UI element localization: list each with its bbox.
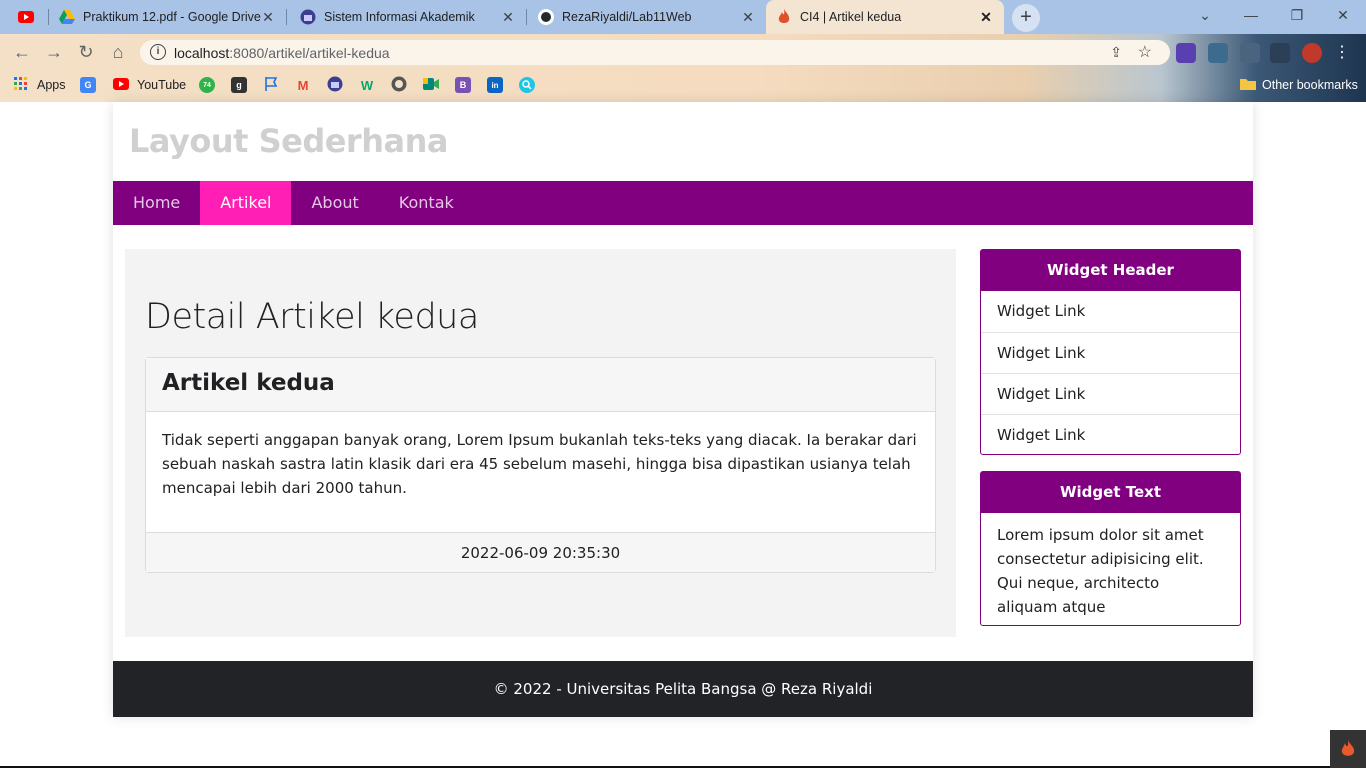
article-body: Tidak seperti anggapan banyak orang, Lor… (162, 431, 917, 497)
goodreads-icon: g (231, 77, 247, 93)
bookmark-translate[interactable]: G (80, 76, 96, 94)
other-bookmarks[interactable]: Other bookmarks (1240, 76, 1358, 94)
minimize-button[interactable]: — (1228, 0, 1274, 30)
new-tab-button[interactable]: + (1012, 4, 1040, 32)
site-info-icon[interactable]: i (150, 44, 166, 60)
youtube-icon (18, 9, 34, 25)
close-icon[interactable]: ✕ (260, 9, 276, 25)
folder-icon (1240, 77, 1256, 93)
sidepanel-icon[interactable] (1270, 43, 1290, 63)
extension-icon[interactable] (1208, 43, 1228, 63)
article-timestamp: 2022-06-09 20:35:30 (146, 532, 935, 572)
nav-about[interactable]: About (291, 181, 378, 225)
close-icon[interactable]: ✕ (978, 9, 994, 25)
tab-title: Praktikum 12.pdf - Google Drive (83, 10, 261, 24)
codeigniter-icon (776, 9, 792, 25)
bookmark-bootstrap[interactable]: B (455, 76, 471, 94)
github-icon (391, 76, 407, 95)
linkedin-icon: in (487, 77, 503, 93)
extension-icon[interactable] (1176, 43, 1196, 63)
share-icon[interactable]: ⇪ (1110, 44, 1122, 61)
page-title: Detail Artikel kedua (145, 297, 479, 337)
widget-text-body: Lorem ipsum dolor sit amet consectetur a… (997, 526, 1204, 616)
gmail-icon: M (297, 77, 309, 93)
bookmark-w3schools[interactable]: W (359, 76, 375, 94)
reload-button[interactable]: ↻ (72, 38, 100, 66)
google-meet-icon (423, 77, 439, 94)
bookmark-gmail[interactable]: M (295, 76, 311, 94)
tab-github[interactable]: RezaRiyaldi/Lab11Web ✕ (526, 0, 766, 34)
bookmark-linkedin[interactable]: in (487, 76, 503, 94)
search-icon (519, 77, 535, 93)
bootstrap-icon: B (455, 77, 471, 93)
widget-link[interactable]: Widget Link (981, 332, 1240, 373)
bookmarks-bar: Apps G YouTube 74 g M W B in Other bookm… (0, 70, 1366, 98)
tab-ci4-artikel[interactable]: CI4 | Artikel kedua ✕ (766, 0, 1004, 34)
main-content: Detail Artikel kedua Artikel kedua Tidak… (125, 249, 956, 637)
bookmark-youtube[interactable]: YouTube (113, 76, 186, 94)
google-drive-icon (59, 9, 75, 25)
extensions-puzzle-icon[interactable] (1240, 43, 1260, 63)
bookmark-github[interactable] (391, 76, 407, 94)
tab-google-drive[interactable]: Praktikum 12.pdf - Google Drive ✕ (48, 0, 286, 34)
tab-title: Sistem Informasi Akademik (324, 10, 475, 24)
youtube-icon (113, 77, 129, 93)
tab-title: RezaRiyaldi/Lab11Web (562, 10, 692, 24)
window-close-button[interactable]: ✕ (1320, 0, 1366, 30)
bookmark-university[interactable] (327, 76, 343, 94)
tab-title: CI4 | Artikel kedua (800, 10, 902, 24)
bookmark-meet[interactable] (423, 76, 439, 94)
bookmark-label: Apps (37, 78, 66, 92)
profile-avatar[interactable] (1302, 43, 1322, 63)
nav-artikel[interactable]: Artikel (200, 181, 292, 225)
site-nav: Home Artikel About Kontak (113, 181, 1253, 225)
home-button[interactable]: ⌂ (104, 38, 132, 66)
tab-search-button[interactable]: ⌄ (1182, 0, 1228, 30)
browser-chrome: Praktikum 12.pdf - Google Drive ✕ Sistem… (0, 0, 1366, 102)
close-icon[interactable]: ✕ (740, 9, 756, 25)
university-icon (300, 9, 316, 25)
apps-grid-icon (14, 76, 28, 94)
menu-kebab-icon[interactable]: ⋮ (1334, 43, 1350, 63)
close-icon[interactable]: ✕ (500, 9, 516, 25)
widget-links: Widget Header Widget Link Widget Link Wi… (980, 249, 1241, 455)
page-viewport: Layout Sederhana Home Artikel About Kont… (0, 102, 1366, 768)
site-title: Layout Sederhana (129, 122, 448, 160)
w3schools-icon: W (360, 77, 374, 93)
restore-button[interactable]: ❐ (1274, 0, 1320, 30)
google-translate-icon: G (80, 77, 96, 93)
widget-link[interactable]: Widget Link (981, 373, 1240, 414)
address-bar[interactable]: i localhost:8080/artikel/artikel-kedua ⇪… (140, 40, 1170, 65)
tab-sistem-informasi[interactable]: Sistem Informasi Akademik ✕ (286, 0, 526, 34)
forward-button[interactable]: → (40, 38, 68, 66)
flag-icon (263, 76, 279, 95)
bookmark-search[interactable] (519, 76, 535, 94)
codeigniter-debug-toolbar-icon[interactable] (1330, 730, 1366, 768)
bookmark-goodreads[interactable]: g (231, 76, 247, 94)
widget-link[interactable]: Widget Link (981, 414, 1240, 455)
bookmark-flag[interactable] (263, 76, 279, 94)
widget-header-title: Widget Header (981, 250, 1240, 291)
widget-text-title: Widget Text (981, 472, 1240, 513)
tab-youtube[interactable] (0, 0, 48, 34)
bookmark-star-icon[interactable]: ☆ (1138, 42, 1152, 62)
widget-text: Widget Text Lorem ipsum dolor sit amet c… (980, 471, 1241, 626)
widget-link[interactable]: Widget Link (981, 291, 1240, 332)
bookmark-74[interactable]: 74 (199, 76, 215, 94)
url-text[interactable]: localhost:8080/artikel/artikel-kedua (174, 45, 390, 61)
nav-home[interactable]: Home (113, 181, 200, 225)
university-icon (327, 76, 343, 95)
article-card: Artikel kedua Tidak seperti anggapan ban… (145, 357, 936, 573)
bookmark-label: YouTube (137, 78, 187, 92)
tab-strip: Praktikum 12.pdf - Google Drive ✕ Sistem… (0, 0, 1366, 34)
site-footer: © 2022 - Universitas Pelita Bangsa @ Rez… (113, 661, 1253, 717)
site-container: Layout Sederhana Home Artikel About Kont… (113, 102, 1253, 717)
nav-kontak[interactable]: Kontak (379, 181, 474, 225)
back-button[interactable]: ← (8, 38, 36, 66)
bookmark-apps[interactable]: Apps (14, 76, 66, 94)
article-title: Artikel kedua (146, 358, 935, 412)
badge-74-icon: 74 (199, 77, 215, 93)
github-icon (538, 9, 554, 25)
bookmark-label: Other bookmarks (1262, 78, 1358, 92)
